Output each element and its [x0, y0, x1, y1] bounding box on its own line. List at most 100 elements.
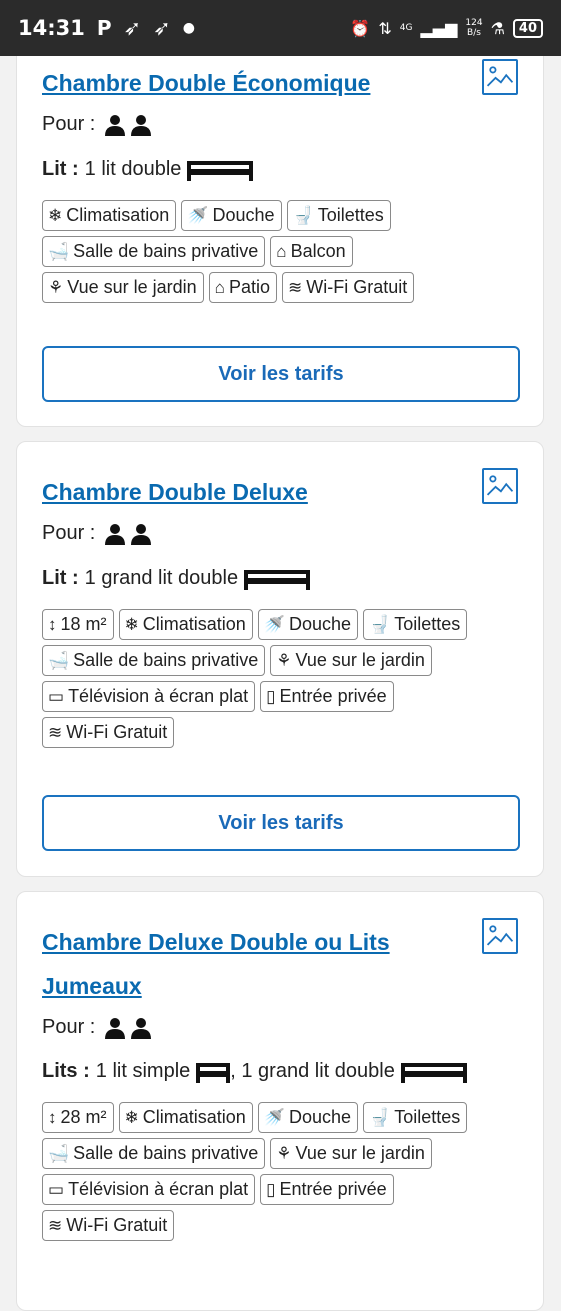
room-title-link[interactable]: Chambre Double Économique — [42, 61, 370, 105]
amenity-tag: 🛁 Salle de bains privative — [42, 1138, 266, 1169]
amenity-tag: 🚽 Toilettes — [286, 200, 391, 231]
capacity-label: Pour : — [42, 522, 96, 544]
amenity-tag: ⌂ Balcon — [270, 236, 353, 267]
room-title-link[interactable]: Chambre Deluxe Double ou Lits Jumeaux — [42, 920, 390, 1008]
amenity-tag: ⌂ Patio — [208, 272, 277, 303]
double-bed-icon — [400, 1059, 467, 1083]
amenity-tag: ▭ Télévision à écran plat — [42, 681, 256, 712]
amenity-tag: ▯ Entrée privée — [260, 1174, 394, 1205]
photo-gallery-icon[interactable] — [482, 59, 518, 95]
toilet-icon: 🚽 — [292, 206, 314, 225]
snowflake-icon: ❄ — [48, 206, 63, 225]
amenities-list: ↕ 28 m² ❄ Climatisation 🚿 Douche 🚽 Toilettes… — [42, 1102, 522, 1241]
door-icon: ▯ — [266, 1180, 276, 1199]
battery-icon: 40 — [512, 18, 543, 38]
amenity-tag: 🚿 Douche — [257, 1102, 359, 1133]
snowflake-icon: ❄ — [124, 1108, 139, 1127]
amenity-tag: 🚽 Toilettes — [363, 1102, 468, 1133]
bed-text: 1 grand lit double — [84, 566, 239, 589]
flower-icon: ⚘ — [48, 278, 64, 297]
room-title-line-2: Jumeaux — [42, 973, 142, 999]
amenity-tag: ▯ Entrée privée — [260, 681, 394, 712]
person-icon — [105, 1017, 126, 1039]
clock: 14:31 — [18, 16, 85, 40]
app-notification-icon: P — [96, 16, 112, 40]
speed-value: 124 — [465, 18, 483, 28]
amenity-tag: ❄ Climatisation — [42, 200, 177, 231]
bed-text-double: , 1 grand lit double — [230, 1059, 395, 1082]
bath-icon: 🛁 — [48, 242, 70, 261]
amenity-tag: 🚿 Douche — [181, 200, 282, 231]
bed-label: Lits : — [42, 1059, 90, 1082]
bath-icon: 🛁 — [48, 651, 70, 670]
amenity-tag: 🚿 Douche — [257, 609, 359, 640]
capacity-row: Pour : — [42, 522, 152, 545]
amenity-tag: ↕ 28 m² — [42, 1102, 114, 1133]
capacity-label: Pour : — [42, 113, 96, 135]
amenities-list: ❄ Climatisation 🚿 Douche 🚽 Toilettes 🛁 Salle… — [42, 200, 522, 303]
shower-icon: 🚿 — [263, 1108, 285, 1127]
bed-text-single: 1 lit simple — [95, 1059, 191, 1082]
more-notifications-icon: ● — [182, 20, 195, 36]
status-bar: 14:31 P ➶ ➶ ● ⏰ ⇅ 4G ▂▄▆ 124 B/s ⚗ 40 — [0, 0, 561, 56]
data-arrows-icon: ⇅ — [378, 18, 392, 38]
network-type: 4G — [399, 23, 413, 33]
speed-unit: B/s — [467, 28, 481, 38]
amenity-tag: ❄ Climatisation — [118, 1102, 253, 1133]
single-bed-icon — [196, 1059, 231, 1083]
size-icon: ↕ — [48, 1108, 57, 1127]
tv-icon: ▭ — [48, 1180, 65, 1199]
door-icon: ▯ — [266, 687, 276, 706]
snowflake-icon: ❄ — [124, 615, 139, 634]
amenity-tag: ≋ Wi-Fi Gratuit — [42, 717, 175, 748]
signal-icon: ▂▄▆ — [420, 18, 458, 38]
room-title-line-1: Chambre Deluxe Double ou Lits — [42, 929, 390, 955]
amenity-tag: 🚽 Toilettes — [363, 609, 468, 640]
bird-icon: ➶ — [123, 16, 142, 40]
toilet-icon: 🚽 — [369, 1108, 391, 1127]
room-card: Chambre Double Deluxe Pour : Lit : 1 gra… — [16, 441, 544, 877]
amenities-list: ↕ 18 m² ❄ Climatisation 🚿 Douche 🚽 Toilettes… — [42, 609, 522, 748]
amenity-tag: ⚘ Vue sur le jardin — [270, 645, 432, 676]
person-icon — [131, 114, 152, 136]
size-icon: ↕ — [48, 615, 57, 634]
person-icon — [105, 114, 126, 136]
bed-row: Lit : 1 grand lit double — [42, 566, 311, 590]
bath-icon: 🛁 — [48, 1144, 70, 1163]
amenity-tag: ⚘ Vue sur le jardin — [270, 1138, 432, 1169]
bed-label: Lit : — [42, 566, 79, 589]
wifi-icon: ≋ — [287, 278, 303, 297]
shower-icon: 🚿 — [187, 206, 209, 225]
amenity-tag: 🛁 Salle de bains privative — [42, 236, 266, 267]
double-bed-icon — [187, 157, 254, 181]
person-icon — [105, 523, 126, 545]
wifi-icon: ≋ — [48, 723, 63, 742]
toilet-icon: 🚽 — [369, 615, 391, 634]
amenity-tag: ↕ 18 m² — [42, 609, 114, 640]
photo-gallery-icon[interactable] — [482, 918, 518, 954]
balcony-icon: ⌂ — [276, 242, 287, 261]
bed-row: Lit : 1 lit double — [42, 157, 254, 181]
amenity-tag: ≋ Wi-Fi Gratuit — [42, 1210, 175, 1241]
capacity-row: Pour : — [42, 113, 152, 136]
tv-icon: ▭ — [48, 687, 65, 706]
capacity-row: Pour : — [42, 1016, 152, 1039]
bird-icon-2: ➶ — [153, 16, 171, 40]
voir-tarifs-button[interactable]: Voir les tarifs — [42, 346, 520, 402]
voir-tarifs-button[interactable]: Voir les tarifs — [42, 795, 520, 851]
amenity-tag: 🛁 Salle de bains privative — [42, 645, 266, 676]
flask-icon: ⚗ — [490, 18, 505, 38]
photo-gallery-icon[interactable] — [482, 468, 518, 504]
bed-text: 1 lit double — [84, 157, 182, 180]
wifi-icon: ≋ — [48, 1216, 63, 1235]
network-speed: 124 B/s — [465, 18, 482, 38]
flower-icon: ⚘ — [276, 651, 292, 670]
amenity-tag: ≋ Wi-Fi Gratuit — [281, 272, 415, 303]
room-card: Chambre Double Économique Pour : Lit : 1… — [16, 16, 544, 427]
amenity-tag: ⚘ Vue sur le jardin — [42, 272, 204, 303]
room-title-link[interactable]: Chambre Double Deluxe — [42, 470, 308, 514]
bed-label: Lit : — [42, 157, 79, 180]
alarm-icon: ⏰ — [350, 18, 371, 38]
amenity-tag: ❄ Climatisation — [118, 609, 253, 640]
flower-icon: ⚘ — [276, 1144, 292, 1163]
